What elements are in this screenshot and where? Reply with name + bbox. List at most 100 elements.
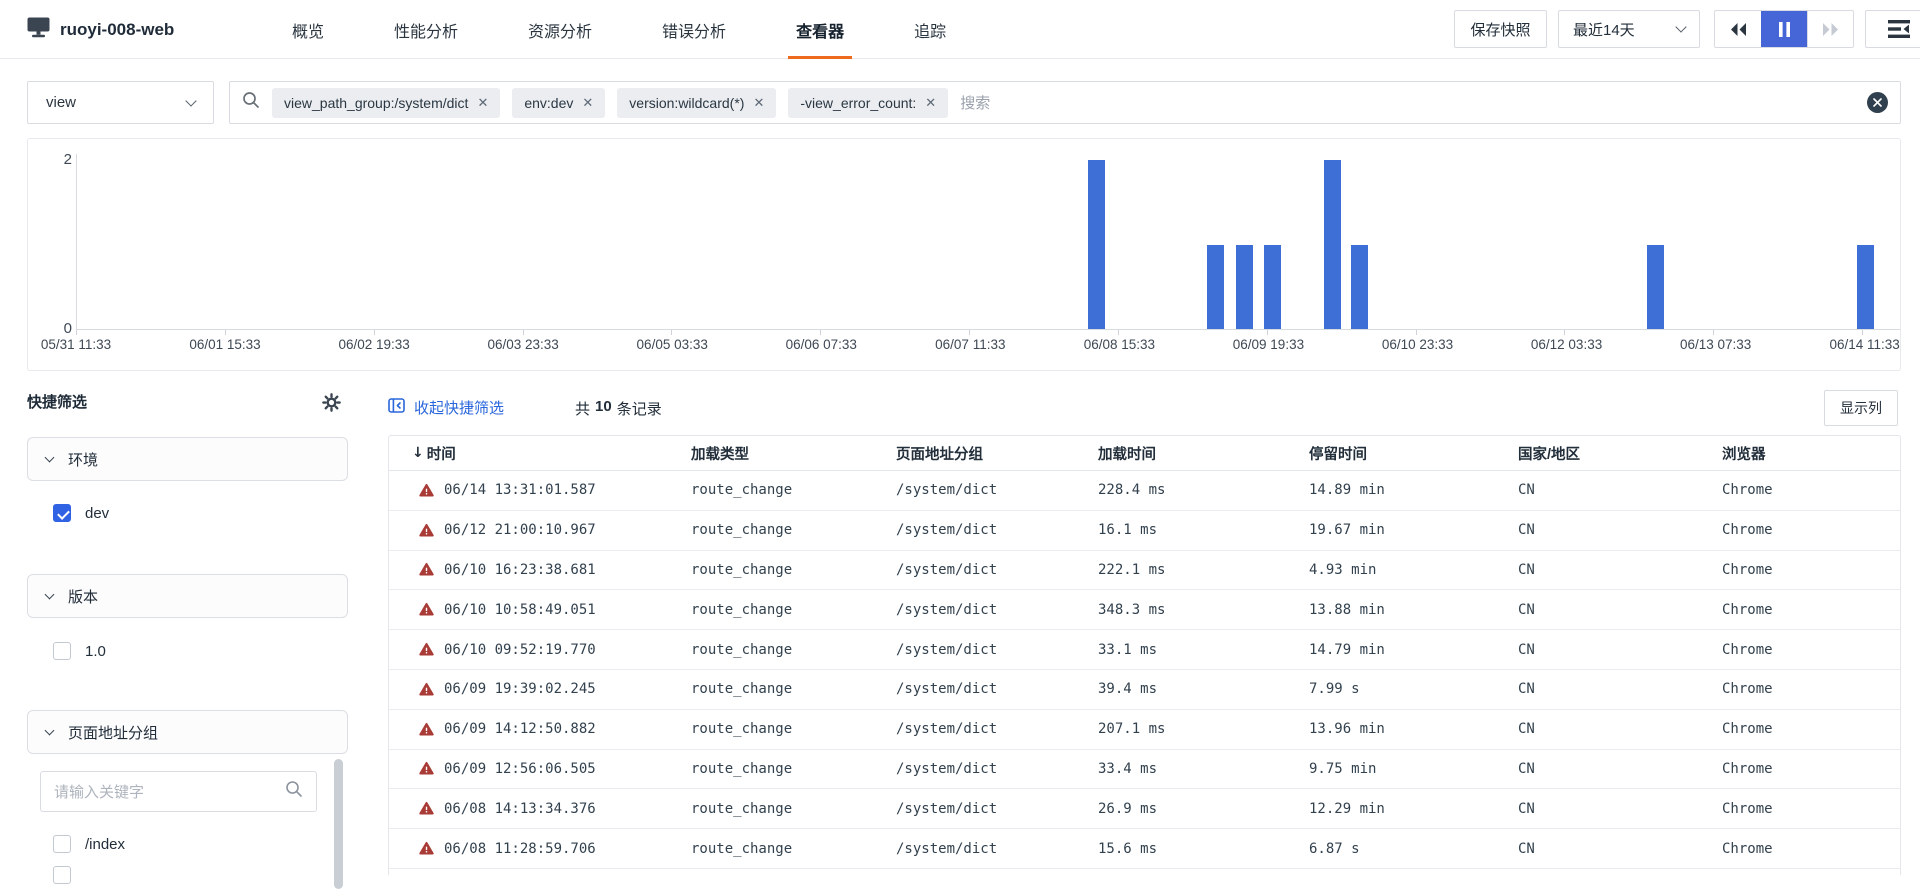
x-axis-label: 06/10 23:33 [1358,337,1478,352]
cell-browser: Chrome [1722,801,1900,817]
save-snapshot-button[interactable]: 保存快照 [1454,10,1547,48]
column-header-load-time[interactable]: 加载时间 [1098,443,1309,464]
filter-option[interactable]: 1.0 [53,642,106,660]
cell-stay-time: 14.79 min [1309,642,1518,658]
table-row[interactable]: 06/12 21:00:10.967route_change/system/di… [389,511,1900,551]
chart-plot [76,160,1901,329]
section-page-group[interactable]: 页面地址分组 [27,710,348,754]
list-item-partial[interactable] [53,866,71,884]
remove-tag-icon[interactable] [582,96,593,109]
column-header-stay-time[interactable]: 停留时间 [1309,443,1518,464]
column-header-time[interactable]: ↓ 时间 [389,443,691,464]
table-row[interactable]: 06/10 09:52:19.770route_change/system/di… [389,630,1900,670]
cell-browser: Chrome [1722,602,1900,618]
chevron-down-icon [45,589,55,599]
x-axis-tickmark [820,330,821,335]
chevron-down-icon [45,452,55,462]
cell-country: CN [1518,642,1722,658]
section-label: 环境 [68,449,98,470]
cell-page-group: /system/dict [896,642,1098,658]
filter-option-label: dev [85,505,109,522]
x-axis-label: 06/03 23:33 [463,337,583,352]
filter-tag[interactable]: view_path_group:/system/dict [272,88,500,118]
x-axis-tickmark [1118,330,1119,335]
filter-tag[interactable]: -view_error_count: [788,88,948,118]
keyword-placeholder: 请输入关键字 [54,781,144,802]
show-columns-button[interactable]: 显示列 [1824,390,1898,426]
table-row[interactable]: 06/10 16:23:38.681route_change/system/di… [389,551,1900,591]
time-range-select[interactable]: 最近14天 [1558,10,1700,48]
column-header-page-group[interactable]: 页面地址分组 [896,443,1098,464]
checkbox-unchecked[interactable] [53,835,71,853]
checkbox-checked[interactable] [53,504,71,522]
chart-bar [1857,245,1874,330]
column-header-country[interactable]: 国家/地区 [1518,443,1722,464]
sidebar-scrollbar[interactable] [334,759,343,889]
x-axis-label: 06/07 11:33 [910,337,1030,352]
section-environment[interactable]: 环境 [27,437,348,481]
checkbox[interactable] [53,866,71,884]
filter-option[interactable]: dev [53,504,109,522]
table-header-row: ↓ 时间 加载类型 页面地址分组 加载时间 停留时间 国家/地区 浏览器 [389,436,1900,471]
cell-load-type: route_change [691,721,896,737]
cell-load-type: route_change [691,841,896,857]
warning-icon [419,761,434,776]
nav-tab[interactable]: 查看器 [794,0,846,59]
collapse-quick-filter-link[interactable]: 收起快捷筛选 [388,397,504,418]
cell-time: 06/10 16:23:38.681 [389,562,691,578]
event-histogram-chart: 2 0 05/31 11:3306/01 15:3306/02 19:3306/… [27,138,1901,371]
section-label: 版本 [68,586,98,607]
section-version[interactable]: 版本 [27,574,348,618]
warning-icon [419,483,434,498]
filter-tag-label: view_path_group:/system/dict [284,95,468,111]
cell-page-group: /system/dict [896,602,1098,618]
cell-stay-time: 6.87 s [1309,841,1518,857]
sort-desc-icon: ↓ [412,445,424,461]
table-row[interactable]: 06/09 19:39:02.245route_change/system/di… [389,670,1900,710]
column-header-browser[interactable]: 浏览器 [1722,443,1900,464]
collapse-menu-button[interactable] [1865,10,1920,48]
cell-country: CN [1518,681,1722,697]
checkbox-unchecked[interactable] [53,642,71,660]
filter-tag[interactable]: version:wildcard(*) [617,88,776,118]
nav-tab[interactable]: 性能分析 [392,0,460,59]
clear-filters-icon[interactable] [1867,92,1888,113]
nav-tab[interactable]: 概览 [290,0,326,59]
section-label: 页面地址分组 [68,722,158,743]
pause-button[interactable] [1761,11,1807,47]
remove-tag-icon[interactable] [753,96,764,109]
rewind-button[interactable] [1715,11,1761,47]
search-input[interactable]: 搜索 [960,92,1855,113]
remove-tag-icon[interactable] [477,96,488,109]
gear-icon[interactable] [322,393,341,412]
fast-forward-button[interactable] [1807,11,1853,47]
table-row[interactable]: 06/08 11:28:59.706route_change/system/di… [389,829,1900,869]
chart-bar [1324,160,1341,329]
table-row[interactable]: 06/14 13:31:01.587route_change/system/di… [389,471,1900,511]
table-row[interactable]: 06/10 10:58:49.051route_change/system/di… [389,590,1900,630]
cell-page-group: /system/dict [896,841,1098,857]
filter-option[interactable]: /index [53,835,125,853]
x-axis-tickmark [1267,330,1268,335]
table-row[interactable]: 06/08 14:13:34.376route_change/system/di… [389,789,1900,829]
nav-tab[interactable]: 错误分析 [660,0,728,59]
nav-tab[interactable]: 资源分析 [526,0,594,59]
warning-icon [419,722,434,737]
remove-tag-icon[interactable] [925,96,936,109]
record-count: 共 10 条记录 [575,398,662,419]
x-axis-label: 06/06 07:33 [761,337,881,352]
table-row[interactable]: 06/09 12:56:06.505route_change/system/di… [389,750,1900,790]
column-header-load-type[interactable]: 加载类型 [691,443,896,464]
scope-select-value: view [46,94,76,111]
cell-page-group: /system/dict [896,681,1098,697]
nav-tab[interactable]: 追踪 [912,0,948,59]
x-axis-tickmark [1713,330,1714,335]
scope-select[interactable]: view [27,81,214,124]
search-bar[interactable]: view_path_group:/system/dict env:dev versi… [229,81,1901,124]
cell-load-time: 33.4 ms [1098,761,1309,777]
filter-tag[interactable]: env:dev [512,88,605,118]
filter-tag-label: -view_error_count: [800,95,916,111]
table-row[interactable]: 06/09 14:12:50.882route_change/system/di… [389,710,1900,750]
keyword-search-input[interactable]: 请输入关键字 [40,771,317,812]
cell-load-type: route_change [691,642,896,658]
